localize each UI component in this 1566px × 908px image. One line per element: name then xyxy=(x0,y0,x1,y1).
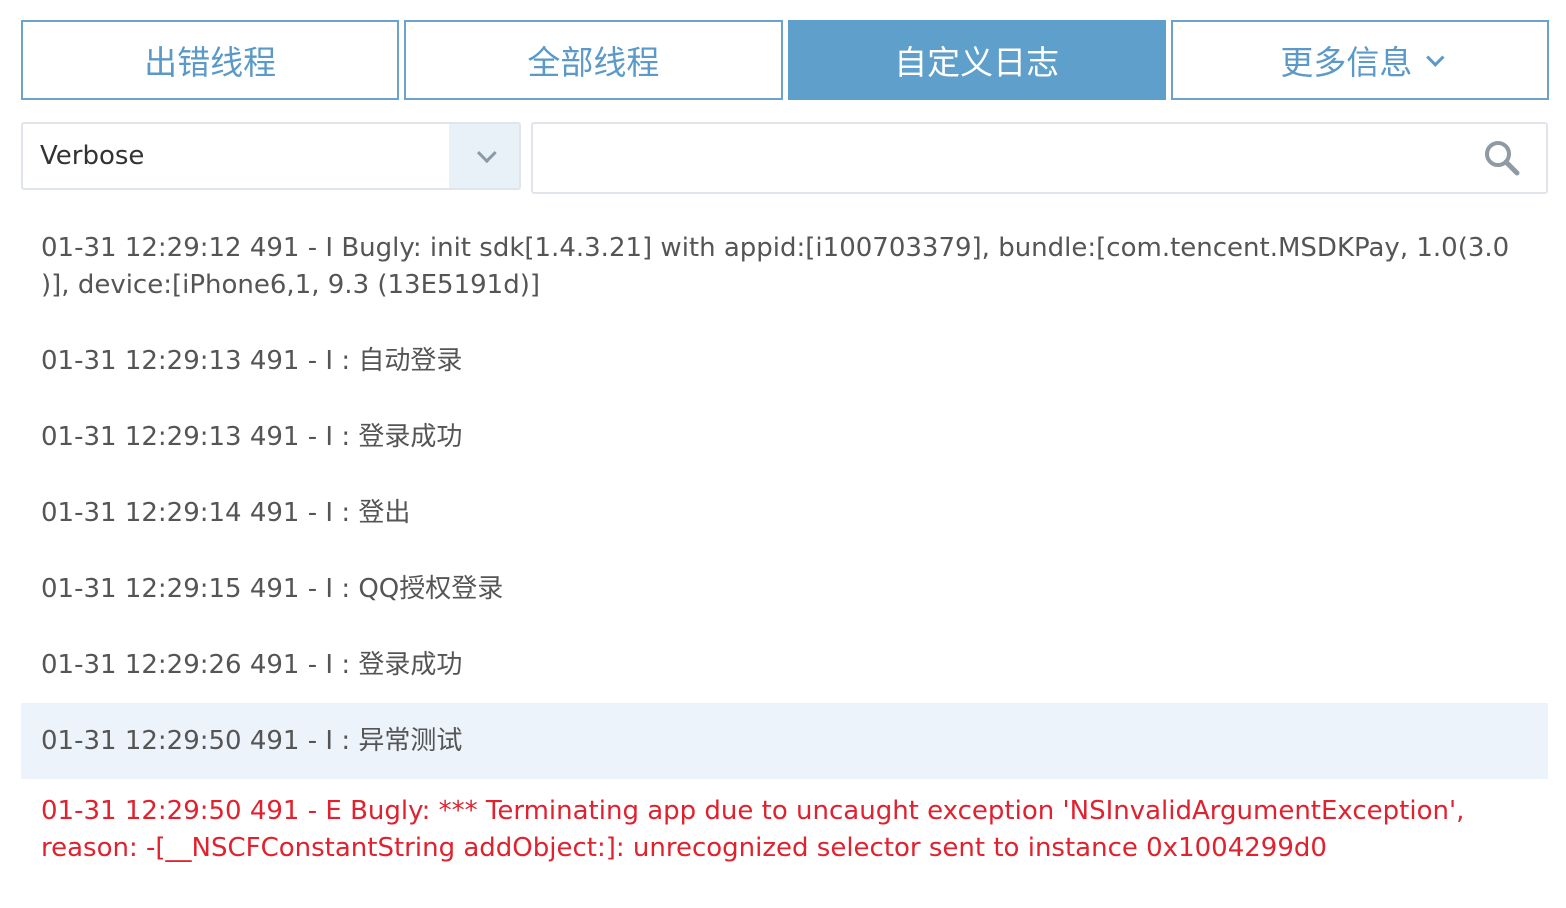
tab-all-threads[interactable]: 全部线程 xyxy=(404,20,783,100)
log-text: 01-31 12:29:15 491 - I : QQ授权登录 xyxy=(41,573,504,604)
log-text-line: )], device:[iPhone6,1, 9.3 (13E5191d)] xyxy=(41,270,540,300)
log-text: 01-31 12:29:50 491 - I : 异常测试 xyxy=(41,725,463,756)
log-level-select[interactable]: Verbose xyxy=(21,122,521,190)
log-text: 01-31 12:29:14 491 - I : 登出 xyxy=(41,497,411,528)
log-search-input[interactable] xyxy=(533,123,1482,193)
log-entry: 01-31 12:29:13 491 - I : 自动登录 xyxy=(21,323,1548,399)
tab-label: 全部线程 xyxy=(527,43,660,82)
chevron-down-icon xyxy=(1426,47,1445,67)
log-level-value: Verbose xyxy=(40,141,145,171)
search-icon[interactable] xyxy=(1482,138,1522,178)
log-text-line: 01-31 12:29:50 491 - E Bugly: *** Termin… xyxy=(41,796,1465,826)
tab-bar: 出错线程 全部线程 自定义日志 更多信息 xyxy=(21,20,1549,100)
log-text-line: reason: -[__NSCFConstantString addObject… xyxy=(41,833,1327,863)
log-text: 01-31 12:29:13 491 - I : 登录成功 xyxy=(41,421,463,452)
tab-label: 自定义日志 xyxy=(894,43,1060,82)
log-text-line: 01-31 12:29:12 491 - I Bugly: init sdk[1… xyxy=(41,233,1510,263)
log-text: 01-31 12:29:13 491 - I : 自动登录 xyxy=(41,345,463,376)
log-level-dropdown-button[interactable] xyxy=(449,124,519,188)
log-entry: 01-31 12:29:12 491 - I Bugly: init sdk[1… xyxy=(21,210,1548,323)
log-entry: 01-31 12:29:15 491 - I : QQ授权登录 xyxy=(21,551,1548,627)
log-entry: 01-31 12:29:14 491 - I : 登出 xyxy=(21,475,1548,551)
tab-error-thread[interactable]: 出错线程 xyxy=(21,20,400,100)
log-search-box xyxy=(531,122,1548,194)
log-text: 01-31 12:29:26 491 - I : 登录成功 xyxy=(41,649,463,680)
log-entry-highlighted: 01-31 12:29:50 491 - I : 异常测试 xyxy=(21,703,1548,779)
tab-more-info[interactable]: 更多信息 xyxy=(1170,20,1549,100)
log-entry: 01-31 12:29:26 491 - I : 登录成功 xyxy=(21,627,1548,703)
tab-label: 出错线程 xyxy=(144,43,277,82)
log-list: 01-31 12:29:12 491 - I Bugly: init sdk[1… xyxy=(21,210,1548,867)
log-entry: 01-31 12:29:13 491 - I : 登录成功 xyxy=(21,399,1548,475)
log-entry-error: 01-31 12:29:50 491 - E Bugly: *** Termin… xyxy=(21,779,1548,867)
tab-label: 更多信息 xyxy=(1280,43,1413,82)
tab-custom-log[interactable]: 自定义日志 xyxy=(787,20,1166,100)
chevron-down-icon xyxy=(476,143,497,164)
